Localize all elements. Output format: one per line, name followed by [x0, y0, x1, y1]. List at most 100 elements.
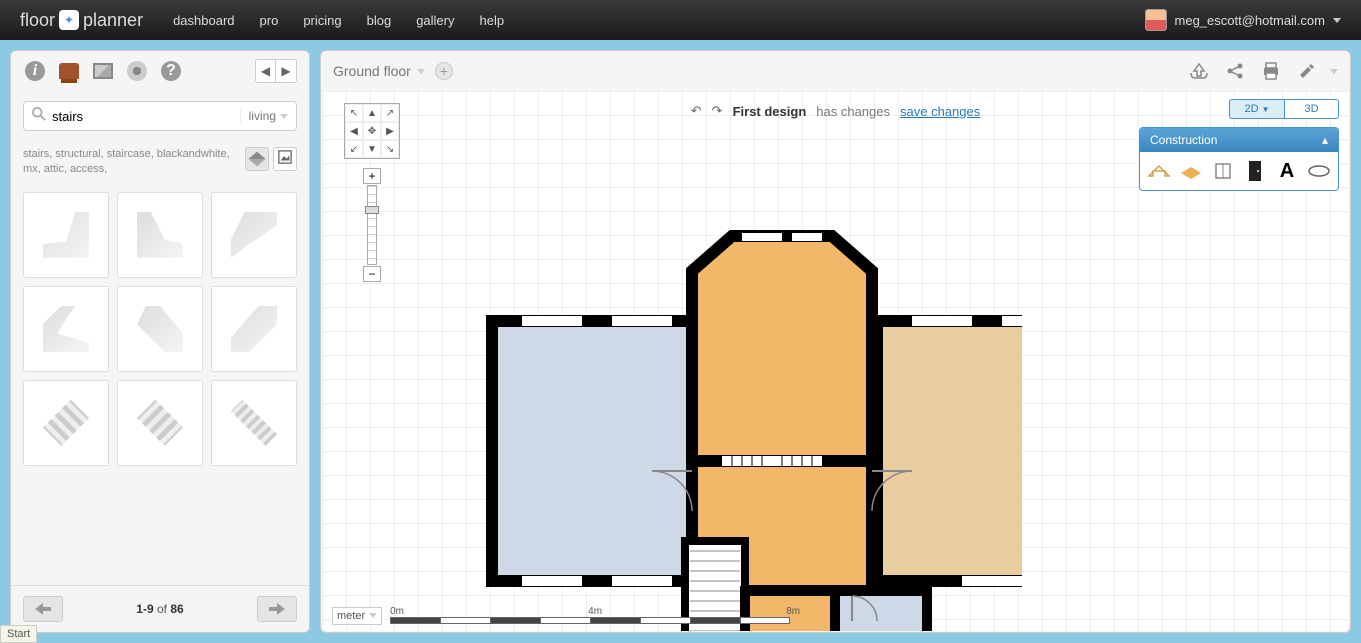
asset-item[interactable]: [23, 192, 109, 278]
asset-item[interactable]: [211, 192, 297, 278]
view-3d-toggle[interactable]: [245, 147, 269, 171]
dimension-tool[interactable]: [1306, 158, 1332, 184]
unit-label: meter: [337, 610, 365, 622]
floor-label: Ground floor: [333, 63, 411, 79]
redo-button[interactable]: ↷: [712, 103, 723, 119]
category-select[interactable]: living: [240, 109, 288, 123]
pan-n-button[interactable]: ▲: [363, 104, 381, 122]
zoom-handle[interactable]: [365, 206, 379, 214]
zoom-out-button[interactable]: −: [363, 266, 381, 282]
app-header: floor ✦ planner dashboard pro pricing bl…: [0, 0, 1361, 40]
search-input[interactable]: [52, 109, 240, 124]
asset-item[interactable]: [211, 286, 297, 372]
page-info: 1-9 of 86: [136, 602, 183, 616]
history-nav: ◀ ▶: [255, 59, 297, 83]
image-button[interactable]: [91, 59, 115, 83]
pan-center-button[interactable]: ✥: [363, 122, 381, 140]
pan-e-button[interactable]: ▶: [381, 122, 399, 140]
print-button[interactable]: [1258, 58, 1284, 84]
asset-item[interactable]: [211, 380, 297, 466]
logo-text-left: floor: [20, 10, 55, 31]
chevron-down-icon: [280, 114, 288, 119]
door-tool[interactable]: [1242, 158, 1268, 184]
window-tool[interactable]: [1210, 158, 1236, 184]
canvas[interactable]: ↶ ↷ First design has changes save change…: [322, 91, 1349, 631]
scale-label: 8m: [786, 606, 800, 617]
chevron-down-icon: [417, 69, 425, 74]
design-name: First design: [733, 104, 807, 119]
user-email: meg_escott@hotmail.com: [1175, 13, 1325, 28]
scale-label: 0m: [390, 606, 404, 617]
pagination: 1-9 of 86: [11, 585, 309, 632]
asset-thumbnails: [11, 184, 309, 585]
unit-select[interactable]: meter: [332, 607, 382, 625]
zoom-slider[interactable]: [367, 185, 377, 265]
category-label: living: [249, 109, 276, 123]
pan-ne-button[interactable]: ↗: [381, 104, 399, 122]
nav-gallery[interactable]: gallery: [416, 13, 454, 28]
undo-button[interactable]: ↶: [691, 103, 702, 119]
logo-icon: ✦: [59, 10, 79, 30]
zoom-in-button[interactable]: +: [363, 168, 381, 184]
help-button[interactable]: ?: [159, 59, 183, 83]
sidebar: i ? ◀ ▶ living stairs, s: [10, 50, 310, 633]
canvas-area: Ground floor + ↶: [320, 50, 1351, 633]
search-tags: stairs, structural, staircase, blackandw…: [23, 147, 237, 178]
asset-item[interactable]: [117, 192, 203, 278]
page-next-button[interactable]: [257, 596, 297, 622]
pan-s-button[interactable]: ▼: [363, 140, 381, 158]
asset-item[interactable]: [117, 380, 203, 466]
search-icon: [32, 107, 46, 126]
floor-select[interactable]: Ground floor: [333, 63, 425, 79]
nav-dashboard[interactable]: dashboard: [173, 13, 234, 28]
pan-se-button[interactable]: ↘: [381, 140, 399, 158]
furniture-button[interactable]: [57, 59, 81, 83]
upload-button[interactable]: [1186, 58, 1212, 84]
view-2d-toggle[interactable]: [273, 147, 297, 171]
pan-nw-button[interactable]: ↖: [345, 104, 363, 122]
canvas-toolbar: Ground floor +: [321, 51, 1350, 91]
nav-help[interactable]: help: [479, 13, 504, 28]
view-3d-button[interactable]: 3D: [1284, 99, 1339, 119]
collapse-icon: ▴: [1322, 133, 1328, 147]
canvas-status-bar: ↶ ↷ First design has changes save change…: [691, 103, 980, 119]
nav-blog[interactable]: blog: [367, 13, 392, 28]
nav-pricing[interactable]: pricing: [303, 13, 341, 28]
add-floor-button[interactable]: +: [435, 62, 453, 80]
view-2d-button[interactable]: 2D ▼: [1229, 99, 1284, 119]
avatar: [1145, 9, 1167, 31]
construction-panel: Construction ▴ A: [1139, 127, 1339, 191]
pan-sw-button[interactable]: ↙: [345, 140, 363, 158]
floor-plan[interactable]: [402, 181, 1022, 631]
asset-item[interactable]: [23, 380, 109, 466]
chevron-down-icon: [369, 613, 377, 618]
tools-button[interactable]: [125, 59, 149, 83]
panel-header[interactable]: Construction ▴: [1140, 128, 1338, 152]
units-bar: meter 0m 4m 8m: [332, 606, 800, 625]
view-mode-switch: 2D ▼ 3D: [1229, 99, 1339, 119]
history-back-button[interactable]: ◀: [256, 60, 276, 82]
page-prev-button[interactable]: [23, 596, 63, 622]
user-menu[interactable]: meg_escott@hotmail.com: [1145, 9, 1341, 31]
surface-tool[interactable]: [1178, 158, 1204, 184]
wall-tool[interactable]: [1146, 158, 1172, 184]
info-button[interactable]: i: [23, 59, 47, 83]
text-tool[interactable]: A: [1274, 158, 1300, 184]
start-button[interactable]: Start: [0, 625, 37, 643]
history-forward-button[interactable]: ▶: [276, 60, 296, 82]
panel-title: Construction: [1150, 133, 1217, 147]
status-text: has changes: [816, 104, 890, 119]
chevron-down-icon[interactable]: [1330, 69, 1338, 74]
search-box: living: [23, 101, 297, 131]
logo-text-right: planner: [83, 10, 143, 31]
asset-item[interactable]: [117, 286, 203, 372]
share-button[interactable]: [1222, 58, 1248, 84]
pan-w-button[interactable]: ◀: [345, 122, 363, 140]
settings-button[interactable]: [1294, 58, 1320, 84]
asset-item[interactable]: [23, 286, 109, 372]
scale-label: 4m: [588, 606, 602, 617]
nav-pro[interactable]: pro: [260, 13, 279, 28]
save-changes-link[interactable]: save changes: [900, 104, 980, 119]
app-logo[interactable]: floor ✦ planner: [20, 10, 143, 31]
scale-bar: [390, 617, 800, 625]
